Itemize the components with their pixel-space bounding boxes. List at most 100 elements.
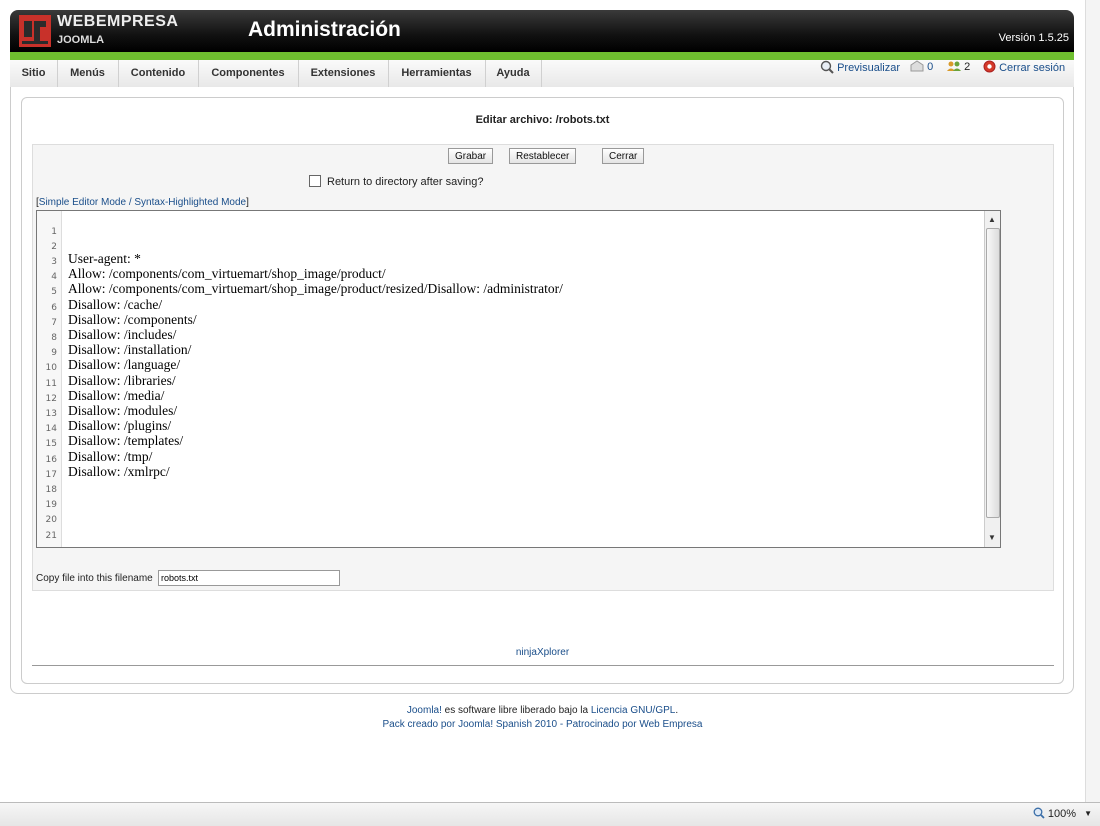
line-number: 21 [45, 531, 57, 541]
line-number: 12 [45, 394, 57, 404]
pack-line: Pack creado por Joomla! Spanish 2010 - P… [0, 718, 1085, 732]
editor-mode-links: [Simple Editor Mode / Syntax-Highlighted… [36, 197, 249, 208]
header: WEBEMPRESA JOOMLA Administración Versión… [10, 10, 1074, 52]
logout-icon [983, 60, 996, 73]
line-number: 6 [51, 303, 57, 313]
ninjaxplorer-link[interactable]: ninjaXplorer [22, 647, 1063, 658]
editor-panel: Editar archivo: /robots.txt Grabar Resta… [21, 97, 1064, 684]
preview-label: Previsualizar [837, 62, 901, 74]
accent-bar [10, 52, 1074, 60]
browser-statusbar: 100% ▼ [0, 802, 1100, 826]
line-number: 9 [51, 348, 57, 358]
code-line: Disallow: /components/ [68, 312, 197, 327]
joomla-logo-icon [19, 15, 51, 47]
mode-bracket-close: ] [246, 197, 249, 208]
menu-herramientas[interactable]: Herramientas [388, 60, 486, 87]
edit-form: Grabar Restablecer Cerrar Return to dire… [32, 144, 1054, 591]
line-number: 1 [51, 227, 57, 237]
menu-ayuda[interactable]: Ayuda [485, 60, 542, 87]
code-line: Disallow: /installation/ [68, 342, 192, 357]
menu-sitio[interactable]: Sitio [10, 60, 58, 87]
code-line: Allow: /components/com_virtuemart/shop_i… [68, 281, 563, 296]
save-button[interactable]: Grabar [448, 148, 494, 164]
return-label: Return to directory after saving? [327, 176, 484, 188]
menubar: Sitio Menús Contenido Componentes Extens… [10, 60, 1074, 88]
page-footer: Joomla! es software libre liberado bajo … [0, 704, 1085, 732]
menu-extensiones[interactable]: Extensiones [298, 60, 389, 87]
code-line: Disallow: /language/ [68, 357, 181, 372]
page-title: Administración [248, 18, 401, 41]
version-label: Versión 1.5.25 [998, 32, 1069, 44]
reset-button[interactable]: Restablecer [509, 148, 577, 164]
line-number: 14 [45, 424, 57, 434]
code-line: Disallow: /xmlrpc/ [68, 464, 170, 479]
logout-link[interactable]: Cerrar sesión [983, 60, 1065, 74]
syntax-highlighted-mode-link[interactable]: Syntax-Highlighted Mode [134, 197, 246, 208]
line-number: 2 [51, 242, 57, 252]
magnifier-icon [820, 60, 834, 74]
code-line: Disallow: /cache/ [68, 297, 163, 312]
line-number: 16 [45, 455, 57, 465]
messages-link[interactable]: 0 [910, 60, 933, 73]
zoom-control[interactable]: 100% [1033, 807, 1076, 820]
line-number: 8 [51, 333, 57, 343]
license-link[interactable]: Licencia GNU/GPL [591, 705, 675, 716]
code-line: Disallow: /templates/ [68, 433, 184, 448]
code-line: Allow: /components/com_virtuemart/shop_i… [68, 266, 386, 281]
line-number: 20 [45, 515, 57, 525]
line-number: 3 [51, 257, 57, 267]
simple-editor-mode-link[interactable]: Simple Editor Mode [39, 197, 126, 208]
return-checkbox[interactable] [309, 175, 321, 187]
scroll-down-icon[interactable]: ▼ [988, 533, 996, 542]
users-icon [947, 61, 961, 71]
license-dot: . [675, 705, 679, 716]
line-number: 15 [45, 439, 57, 449]
divider [32, 665, 1054, 666]
pack-link[interactable]: Pack creado por Joomla! Spanish 2010 [382, 719, 557, 730]
code-line: Disallow: /includes/ [68, 327, 177, 342]
scroll-thumb[interactable] [986, 228, 1000, 518]
edit-file-title: Editar archivo: /robots.txt [475, 114, 610, 126]
license-line: Joomla! es software libre liberado bajo … [0, 704, 1085, 718]
code-line: Disallow: /media/ [68, 388, 165, 403]
close-button[interactable]: Cerrar [602, 148, 645, 164]
scroll-up-icon[interactable]: ▲ [988, 215, 996, 224]
joomla-link[interactable]: Joomla! [407, 705, 442, 716]
pack-separator: - [557, 719, 566, 730]
copy-filename-input[interactable] [158, 570, 340, 586]
sponsor-link[interactable]: Patrocinado por Web Empresa [566, 719, 703, 730]
zoom-dropdown-icon[interactable]: ▼ [1084, 809, 1092, 818]
line-number: 5 [51, 287, 57, 297]
zoom-level: 100% [1047, 808, 1076, 820]
page: WEBEMPRESA JOOMLA Administración Versión… [0, 0, 1085, 802]
code-editor[interactable]: 1 2 3 4 5 6 7 8 9 10 11 12 13 14 15 16 1… [36, 210, 1001, 548]
menu-componentes[interactable]: Componentes [198, 60, 299, 87]
line-gutter: 1 2 3 4 5 6 7 8 9 10 11 12 13 14 15 16 1… [37, 211, 62, 547]
editor-scrollbar[interactable]: ▲ ▼ [984, 211, 1000, 547]
line-number: 18 [45, 485, 57, 495]
code-line: Disallow: /tmp/ [68, 449, 153, 464]
inbox-icon [910, 60, 924, 72]
code-line: User-agent: * [68, 251, 141, 266]
line-number: 11 [45, 379, 57, 389]
code-line: Disallow: /plugins/ [68, 418, 172, 433]
logout-label: Cerrar sesión [999, 62, 1066, 74]
zoom-icon [1033, 807, 1045, 819]
preview-link[interactable]: Previsualizar [820, 60, 900, 74]
users-online[interactable]: 2 [947, 60, 970, 73]
line-number: 7 [51, 318, 57, 328]
menu-contenido[interactable]: Contenido [118, 60, 199, 87]
brand-name: WEBEMPRESA [57, 13, 179, 30]
users-count: 2 [964, 61, 971, 73]
line-number: 19 [45, 500, 57, 510]
line-number: 10 [45, 363, 57, 373]
code-line: Disallow: /modules/ [68, 403, 178, 418]
line-number: 17 [45, 470, 57, 480]
code-line: Disallow: /libraries/ [68, 373, 176, 388]
line-number: 13 [45, 409, 57, 419]
browser-scrollbar[interactable] [1085, 0, 1100, 802]
menu-menus[interactable]: Menús [57, 60, 119, 87]
license-text: es software libre liberado bajo la [441, 705, 591, 716]
main-content: Editar archivo: /robots.txt Grabar Resta… [10, 87, 1074, 694]
messages-count: 0 [927, 61, 934, 73]
